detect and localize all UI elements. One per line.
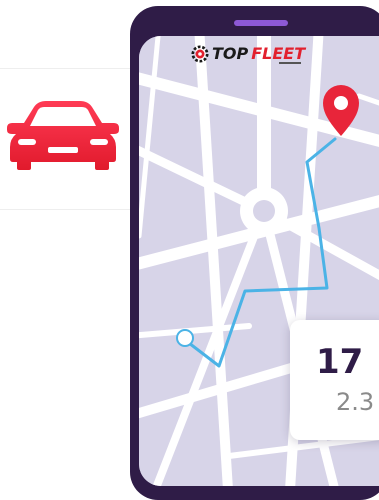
car-icon — [7, 101, 119, 170]
logo-underline — [279, 62, 302, 64]
car-card — [0, 68, 134, 210]
eta-time: 17 — [316, 342, 364, 382]
eta-distance: 2.3 — [336, 388, 375, 416]
logo-text-fleet: FLEET — [251, 44, 306, 63]
phone-speaker — [234, 20, 288, 26]
brand-logo: TOP FLEET — [191, 42, 305, 66]
gear-logo-icon — [191, 45, 209, 63]
logo-text-top: TOP — [212, 44, 249, 63]
origin-dot-icon — [176, 329, 194, 347]
eta-card: 17 2.3 — [290, 320, 379, 440]
